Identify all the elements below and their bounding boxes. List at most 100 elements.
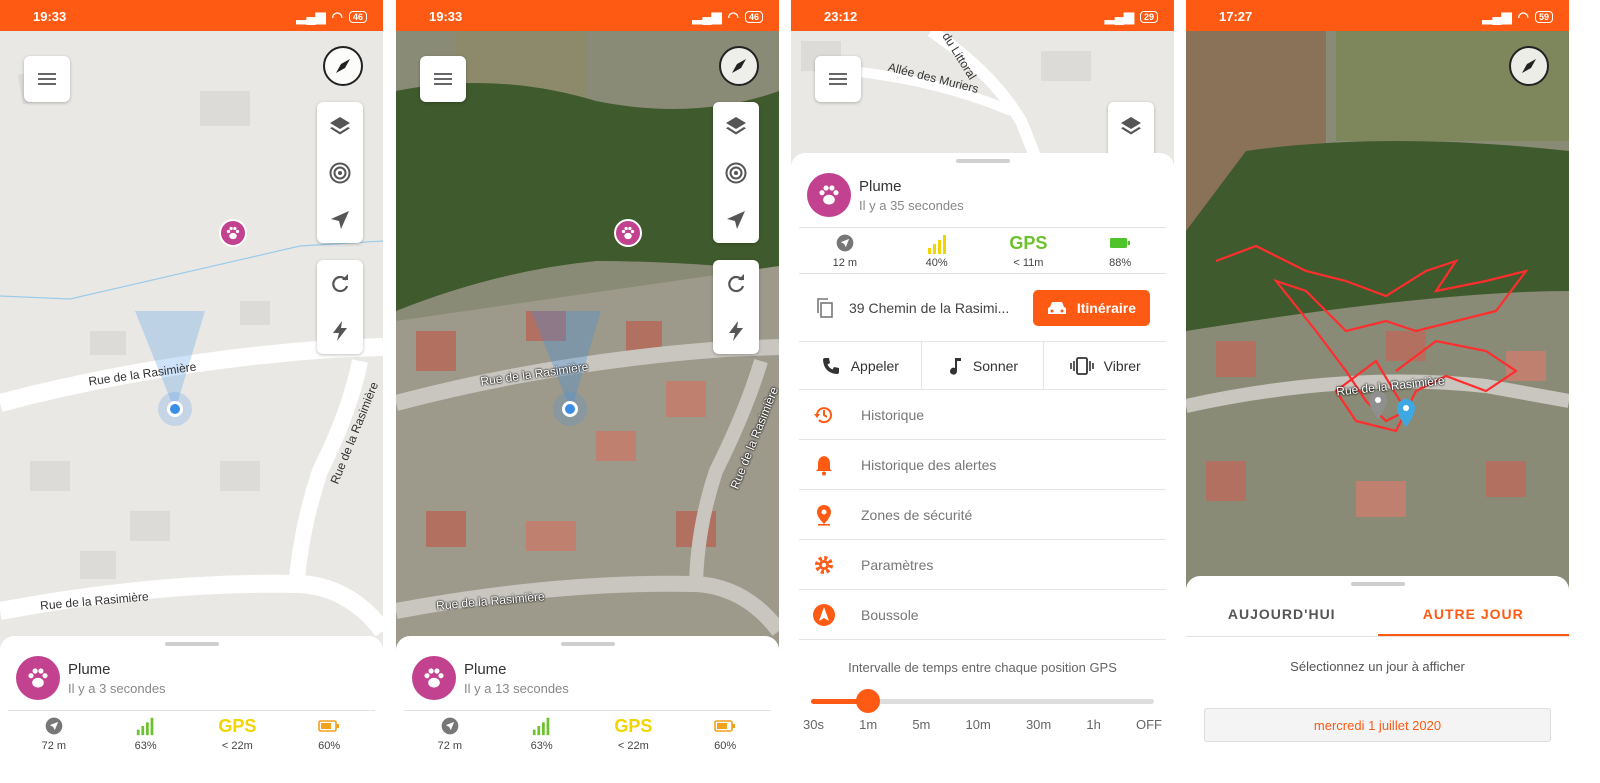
- live-button[interactable]: [713, 307, 759, 354]
- signal-bars-icon: [927, 235, 946, 254]
- signal-bars-icon: [531, 715, 553, 737]
- navigation-icon: [328, 208, 352, 232]
- refresh-icon: [328, 272, 352, 296]
- battery-level-icon: [318, 720, 340, 732]
- bell-icon: [816, 455, 832, 475]
- tab-today[interactable]: AUJOURD'HUI: [1186, 600, 1378, 636]
- battery-level-icon: [714, 720, 736, 732]
- gps-interval-slider[interactable]: [811, 689, 1154, 719]
- pet-avatar: [16, 656, 60, 700]
- pet-sheet[interactable]: Plume Il y a 13 secondes 72 m 63% GPS < 2…: [396, 636, 779, 783]
- compass-button[interactable]: [719, 46, 759, 86]
- menu-safety-zones[interactable]: Zones de sécurité: [799, 490, 1166, 540]
- music-note-icon: [949, 357, 961, 375]
- gps-label: GPS: [218, 715, 257, 736]
- radar-button[interactable]: [317, 149, 363, 196]
- screen-plan-map: 19:33 ▂▄▆ ◠ 46 Rue de la Rasimière Rue de …: [0, 0, 383, 783]
- tab-other-day[interactable]: AUTRE JOUR: [1377, 600, 1569, 636]
- map-actions: [713, 260, 759, 354]
- battery-value: 60%: [714, 740, 737, 752]
- battery-icon: 46: [348, 11, 367, 23]
- bolt-icon: [724, 319, 748, 343]
- layers-button[interactable]: [713, 102, 759, 149]
- pet-last-seen: Il y a 13 secondes: [464, 680, 569, 696]
- pet-marker[interactable]: [219, 219, 247, 247]
- slider-thumb[interactable]: [856, 689, 881, 713]
- live-button[interactable]: [317, 307, 363, 354]
- vibrate-icon: [1069, 356, 1094, 375]
- battery-value: 60%: [318, 740, 341, 752]
- interval-label: Intervalle de temps entre chaque positio…: [848, 660, 1117, 675]
- status-time: 17:27: [1219, 9, 1253, 24]
- pet-marker[interactable]: [614, 219, 642, 247]
- menu-button[interactable]: [24, 56, 70, 102]
- paw-icon: [815, 181, 843, 209]
- pet-detail-sheet[interactable]: Plume Il y a 35 secondes 12 m 40% GPS < 1…: [791, 153, 1174, 783]
- hamburger-icon: [431, 67, 455, 91]
- locate-button[interactable]: [317, 196, 363, 243]
- wifi-icon: ◠: [727, 9, 739, 24]
- tick-label: 10m: [965, 717, 991, 732]
- hamburger-icon: [35, 67, 59, 91]
- status-bar: 23:12 ▂▄▆ 29: [791, 0, 1174, 31]
- map-actions: [317, 260, 363, 354]
- battery-value: 88%: [1109, 257, 1132, 269]
- map-tools: [317, 102, 363, 243]
- history-start-pin-icon[interactable]: [1368, 391, 1388, 419]
- menu-compass[interactable]: Boussole: [799, 590, 1166, 640]
- navigation-icon: [724, 208, 748, 232]
- itinerary-button[interactable]: Itinéraire: [1032, 289, 1150, 326]
- compass-icon: [1517, 54, 1541, 78]
- sheet-handle[interactable]: [1350, 582, 1405, 586]
- layers-button[interactable]: [317, 102, 363, 149]
- radar-button[interactable]: [713, 149, 759, 196]
- hamburger-icon: [826, 67, 850, 91]
- layers-button[interactable]: [1108, 102, 1154, 149]
- signal-value: 40%: [925, 257, 948, 269]
- pet-sheet[interactable]: Plume Il y a 3 secondes 72 m 63% GPS < 22…: [0, 636, 383, 783]
- pet-last-seen: Il y a 35 secondes: [859, 197, 964, 213]
- compass-button[interactable]: [323, 46, 363, 86]
- history-sheet[interactable]: AUJOURD'HUI AUTRE JOUR Sélectionnez un j…: [1186, 576, 1569, 783]
- radar-icon: [328, 161, 352, 185]
- signal-icon: ▂▄▆: [692, 9, 722, 24]
- signal-value: 63%: [134, 740, 157, 752]
- signal-icon: ▂▄▆: [1104, 9, 1134, 24]
- vibrate-button[interactable]: Vibrer: [1044, 342, 1166, 389]
- menu-settings[interactable]: Paramètres: [799, 540, 1166, 590]
- locate-button[interactable]: [713, 196, 759, 243]
- menu-button[interactable]: [420, 56, 466, 102]
- compass-icon: [331, 54, 355, 78]
- itinerary-label: Itinéraire: [1076, 299, 1136, 316]
- copy-icon[interactable]: [815, 297, 835, 319]
- layers-icon: [1119, 114, 1143, 138]
- battery-icon: 29: [1139, 11, 1158, 23]
- compass-button[interactable]: [1509, 46, 1549, 86]
- compass-icon: [727, 54, 751, 78]
- satellite-imagery: [1186, 31, 1569, 591]
- distance-icon: [835, 233, 855, 253]
- status-bar: 17:27 ▂▄▆ ◠ 59: [1186, 0, 1569, 31]
- date-picker-button[interactable]: mercredi 1 juillet 2020: [1204, 708, 1551, 742]
- ring-button[interactable]: Sonner: [922, 342, 1045, 389]
- distance-value: 72 m: [41, 740, 67, 752]
- battery-icon: 59: [1534, 11, 1553, 23]
- history-end-pin-icon[interactable]: [1396, 399, 1416, 427]
- gps-label: GPS: [1009, 232, 1048, 253]
- address-row: 39 Chemin de la Rasimi... Itinéraire: [799, 274, 1166, 342]
- call-button[interactable]: Appeler: [799, 342, 922, 389]
- map-view[interactable]: Rue de la Rasimière: [1186, 31, 1569, 591]
- distance-value: 72 m: [437, 740, 463, 752]
- gear-icon: [815, 555, 833, 574]
- refresh-button[interactable]: [713, 260, 759, 307]
- screen-satellite-map: 19:33 ▂▄▆ ◠ 46 Rue de la Rasimière Rue de …: [396, 0, 779, 783]
- menu-alert-history[interactable]: Historique des alertes: [799, 440, 1166, 490]
- screen-pet-details: 23:12 ▂▄▆ 29 Allée des Muriers du Littora…: [791, 0, 1174, 783]
- wifi-icon: ◠: [1517, 9, 1529, 24]
- pet-avatar: [807, 173, 851, 217]
- menu-button[interactable]: [815, 56, 861, 102]
- signal-icon: ▂▄▆: [1482, 9, 1512, 24]
- refresh-button[interactable]: [317, 260, 363, 307]
- stats-row: 72 m 63% GPS < 22m 60%: [404, 710, 771, 752]
- menu-history[interactable]: Historique: [799, 390, 1166, 440]
